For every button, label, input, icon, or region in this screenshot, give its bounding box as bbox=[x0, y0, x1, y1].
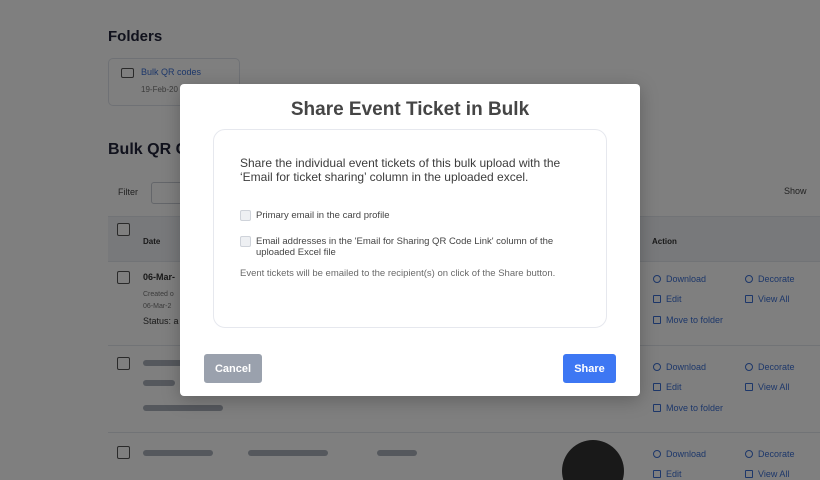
share-button[interactable]: Share bbox=[563, 354, 616, 383]
share-note: Event tickets will be emailed to the rec… bbox=[240, 268, 556, 279]
share-options-card: Share the individual event tickets of th… bbox=[213, 129, 607, 328]
cancel-button[interactable]: Cancel bbox=[204, 354, 262, 383]
excel-email-label[interactable]: Email addresses in the 'Email for Sharin… bbox=[256, 236, 586, 258]
primary-email-label[interactable]: Primary email in the card profile bbox=[256, 210, 586, 221]
primary-email-checkbox[interactable] bbox=[240, 210, 251, 221]
excel-email-checkbox[interactable] bbox=[240, 236, 251, 247]
share-description: Share the individual event tickets of th… bbox=[240, 156, 561, 184]
share-event-ticket-modal: Share Event Ticket in Bulk Share the ind… bbox=[180, 84, 640, 396]
modal-title: Share Event Ticket in Bulk bbox=[290, 99, 530, 120]
